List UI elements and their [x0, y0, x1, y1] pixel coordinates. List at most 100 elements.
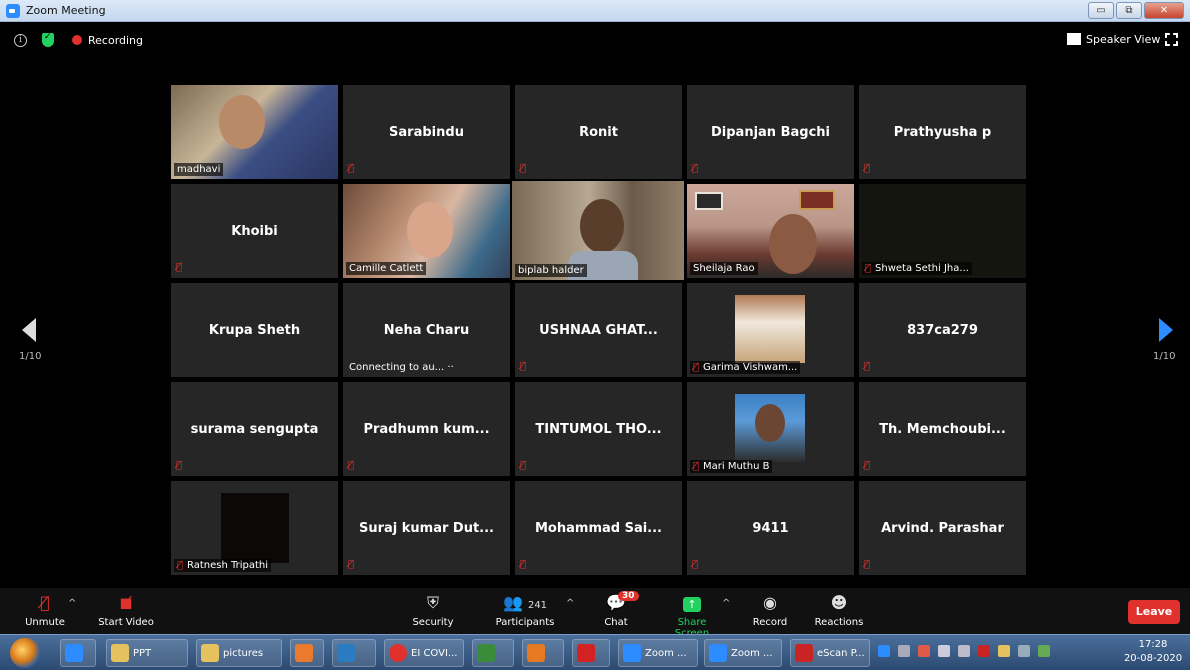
record-button[interactable]: ◉ Record	[750, 592, 790, 628]
taskbar-escan[interactable]: eScan P...	[790, 639, 870, 667]
participant-tile[interactable]: Khoibi 🎙̸	[171, 184, 338, 278]
participant-tile[interactable]: surama sengupta 🎙̸	[171, 382, 338, 476]
encryption-shield-icon[interactable]	[42, 32, 54, 47]
muted-mic-icon: 🎙̸	[177, 560, 184, 571]
muted-mic-icon: 🎙̸	[520, 460, 527, 471]
leave-button[interactable]: Leave	[1128, 600, 1180, 624]
participant-tile[interactable]: Krupa Sheth	[171, 283, 338, 377]
participant-name: 🎙̸ Shweta Sethi Jha...	[862, 262, 972, 275]
taskbar-app[interactable]	[472, 639, 514, 667]
participant-tile[interactable]: Th. Memchoubi... 🎙̸	[859, 382, 1026, 476]
taskbar-folder-pictures[interactable]: pictures	[196, 639, 282, 667]
face-shape	[580, 199, 624, 253]
vscode-icon	[337, 644, 355, 662]
escan-shield-icon	[795, 644, 813, 662]
participant-tile-garima[interactable]: 🎙̸ Garima Vishwam...	[687, 283, 854, 377]
acrobat-icon	[577, 644, 595, 662]
zoom-tray-icon[interactable]	[878, 645, 890, 657]
participants-caret-icon[interactable]: ^	[566, 598, 574, 609]
participant-tile[interactable]: Prathyusha p 🎙̸	[859, 85, 1026, 179]
participant-tile[interactable]: Pradhumn kum... 🎙̸	[343, 382, 510, 476]
muted-mic-icon: 🎙̸	[693, 362, 700, 373]
participant-name: biplab halder	[515, 264, 587, 277]
participant-tile-mari[interactable]: 🎙̸ Mari Muthu B	[687, 382, 854, 476]
participant-tile[interactable]: Arvind. Parashar 🎙̸	[859, 481, 1026, 575]
taskbar-acrobat[interactable]	[572, 639, 610, 667]
taskbar-zoom-2[interactable]: Zoom ...	[704, 639, 782, 667]
taskbar-vscode[interactable]	[332, 639, 376, 667]
maximize-button[interactable]: ⧉	[1116, 2, 1142, 19]
participant-tile[interactable]: Mohammad Sai... 🎙̸	[515, 481, 682, 575]
next-page-arrow-icon[interactable]	[1159, 318, 1173, 342]
wall-frame-shape	[799, 190, 835, 210]
participant-tile[interactable]: Ronit 🎙̸	[515, 85, 682, 179]
volume-icon[interactable]	[938, 645, 950, 657]
minimize-button[interactable]: ▭	[1088, 2, 1114, 19]
misc-tray-icon[interactable]	[1038, 645, 1050, 657]
muted-mic-icon: 🎙̸	[176, 460, 183, 471]
display-tray-icon[interactable]	[1018, 645, 1030, 657]
participant-tile-shweta[interactable]: 🎙̸ Shweta Sethi Jha...	[859, 184, 1026, 278]
security-button[interactable]: ⛨ Security	[410, 592, 456, 628]
participant-name: Pradhumn kum...	[363, 422, 490, 437]
participants-button[interactable]: 👥 241 Participants	[492, 592, 558, 628]
taskbar-chrome[interactable]: EI COVI...	[384, 639, 464, 667]
clock-date: 20-08-2020	[1123, 653, 1183, 664]
zoom-icon	[709, 644, 727, 662]
start-button-icon[interactable]	[10, 638, 40, 668]
info-icon[interactable]: i	[14, 34, 27, 47]
share-screen-icon: ↑	[683, 597, 701, 612]
participant-tile[interactable]: Sarabindu 🎙̸	[343, 85, 510, 179]
taskbar-clock[interactable]: 17:28 20-08-2020	[1120, 638, 1186, 666]
profile-photo	[735, 394, 805, 462]
speaker-view-icon[interactable]	[1067, 33, 1081, 45]
unmute-button[interactable]: 🎙̸ Unmute	[22, 592, 68, 628]
participant-tile[interactable]: Suraj kumar Dut... 🎙̸	[343, 481, 510, 575]
muted-mic-icon: 🎙̸	[348, 460, 355, 471]
participant-tile-madhavi[interactable]: madhavi	[171, 85, 338, 179]
audio-connecting-status: Connecting to au... ··	[349, 362, 454, 373]
action-center-icon[interactable]	[918, 645, 930, 657]
recording-label[interactable]: Recording	[88, 34, 143, 47]
taskbar-folder-ppt[interactable]: PPT	[106, 639, 188, 667]
audio-options-caret-icon[interactable]: ^	[68, 598, 76, 609]
share-screen-button[interactable]: ↑ Share Screen	[660, 592, 724, 639]
participant-tile[interactable]: USHNAA GHAT... 🎙̸	[515, 283, 682, 377]
participant-tile[interactable]: TINTUMOL THO... 🎙̸	[515, 382, 682, 476]
participant-name: Camille Catlett	[346, 262, 427, 275]
close-button[interactable]: ✕	[1144, 2, 1184, 19]
participant-name: Dipanjan Bagchi	[711, 125, 830, 140]
page-indicator-left: 1/10	[19, 351, 42, 362]
battery-icon[interactable]	[958, 645, 970, 657]
escan-tray-icon[interactable]	[978, 645, 990, 657]
matlab-icon	[527, 644, 545, 662]
participant-tile-active-speaker[interactable]: biplab halder	[512, 181, 684, 280]
participant-name: Neha Charu	[383, 323, 470, 338]
taskbar-zoom-1[interactable]: Zoom ...	[618, 639, 698, 667]
app-icon	[477, 644, 495, 662]
muted-mic-icon: 🎙̸	[692, 163, 699, 174]
participant-tile-camille[interactable]: Camille Catlett	[343, 184, 510, 278]
reactions-button[interactable]: ☻ Reactions	[814, 592, 864, 628]
share-options-caret-icon[interactable]: ^	[722, 598, 730, 609]
participant-tile[interactable]: Neha Charu Connecting to au... ··	[343, 283, 510, 377]
folder-tray-icon[interactable]	[998, 645, 1010, 657]
participant-tile[interactable]: Dipanjan Bagchi 🎙̸	[687, 85, 854, 179]
prev-page-arrow-icon[interactable]	[22, 318, 36, 342]
participant-tile[interactable]: 9411 🎙̸	[687, 481, 854, 575]
participant-tile[interactable]: 837ca279 🎙̸	[859, 283, 1026, 377]
taskbar-ie[interactable]	[60, 639, 96, 667]
taskbar-media[interactable]	[290, 639, 324, 667]
muted-mic-icon: 🎙̸	[520, 163, 527, 174]
network-tray-icon[interactable]	[898, 645, 910, 657]
taskbar-matlab[interactable]	[522, 639, 564, 667]
start-video-button[interactable]: ◼̸ Start Video	[96, 592, 156, 628]
participant-tile-ratnesh[interactable]: 🎙̸ Ratnesh Tripathi	[171, 481, 338, 575]
video-off-icon: ◼̸	[119, 593, 133, 612]
speaker-view-button[interactable]: Speaker View	[1086, 33, 1160, 46]
zoom-app-icon	[6, 4, 20, 18]
meeting-top-bar: i Recording Speaker View	[0, 22, 1190, 62]
muted-mic-icon: 🎙̸	[864, 460, 871, 471]
participant-tile-sheilaja[interactable]: Sheilaja Rao	[687, 184, 854, 278]
fullscreen-icon[interactable]	[1165, 33, 1178, 46]
